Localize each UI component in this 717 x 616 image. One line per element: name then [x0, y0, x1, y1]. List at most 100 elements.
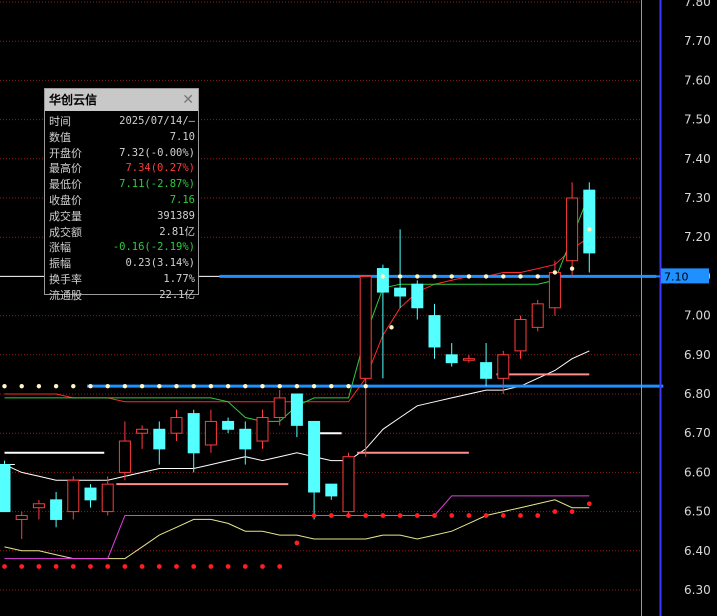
info-value: 1.77% [163, 272, 195, 285]
candle-body[interactable] [84, 487, 97, 501]
red-dot [36, 564, 42, 569]
quote-info-panel[interactable]: 华创云信 ✕ 时间 2025/07/14/— 数值 7.10 开盘价 7.32(-0.00… [44, 88, 199, 302]
info-row: 涨幅 -0.16(-2.19%) [45, 240, 198, 256]
info-rows: 时间 2025/07/14/— 数值 7.10 开盘价 7.32(-0.00%) 最高价 7.… [45, 111, 198, 304]
info-label: 流通股 [49, 288, 82, 302]
red-dot [122, 564, 128, 569]
white-dot [389, 325, 394, 330]
red-dot [260, 564, 265, 569]
info-row: 最高价 7.34(0.27%) [45, 161, 198, 177]
info-row: 收盘价 7.16 [45, 193, 198, 209]
red-dot [483, 513, 489, 518]
info-row: 成交额 2.81亿 [45, 225, 198, 241]
candle-body[interactable] [50, 499, 63, 520]
candle-body[interactable] [170, 417, 183, 434]
candle-body[interactable] [583, 189, 596, 254]
candle-body[interactable] [376, 268, 389, 293]
info-row: 换手率 1.77% [45, 272, 198, 288]
price-tick-label: 6.90 [684, 348, 711, 362]
candle-body[interactable] [531, 303, 544, 328]
red-dot [294, 540, 300, 546]
close-icon[interactable]: ✕ [182, 89, 194, 111]
candle-body[interactable] [136, 428, 149, 434]
white-dot [329, 383, 334, 389]
red-dot [518, 513, 523, 518]
candle-body[interactable] [187, 413, 200, 454]
info-value: 22.1亿 [159, 288, 195, 301]
info-label: 换手率 [49, 272, 82, 286]
red-dot [363, 513, 369, 518]
info-label: 收盘价 [49, 193, 82, 207]
white-dot [191, 383, 196, 389]
red-dot [191, 564, 197, 569]
candle-body[interactable] [15, 515, 28, 520]
info-row: 开盘价 7.32(-0.00%) [45, 146, 198, 162]
candle-body[interactable] [497, 354, 510, 379]
moving-average-line [4, 499, 590, 560]
info-value: 2.81亿 [159, 225, 195, 238]
red-dot [156, 564, 162, 569]
candle-body[interactable] [222, 420, 235, 430]
info-label: 涨幅 [49, 241, 71, 255]
candle-body[interactable] [239, 428, 252, 450]
red-dot [569, 509, 575, 514]
candle-body[interactable] [480, 362, 493, 379]
price-tick-label: 7.30 [684, 191, 711, 205]
candle-body[interactable] [0, 464, 11, 513]
white-dot [277, 383, 282, 389]
candle-body[interactable] [67, 479, 80, 513]
info-label: 振幅 [49, 257, 71, 271]
info-value: 7.16 [169, 193, 195, 206]
candle-body[interactable] [273, 397, 286, 419]
red-dot [328, 513, 334, 518]
white-dot [397, 274, 403, 279]
horizontal-level-lines[interactable] [4, 274, 664, 486]
info-value: 7.34(0.27%) [125, 162, 195, 175]
candle-body[interactable] [445, 354, 458, 364]
info-value: -0.16(-2.19%) [112, 241, 195, 254]
red-dot [552, 509, 558, 514]
candle-body[interactable] [153, 428, 166, 450]
white-dot [88, 383, 93, 389]
price-tick-label: 6.60 [684, 465, 711, 479]
moving-average-line [4, 495, 590, 560]
price-tick-label: 7.40 [684, 152, 711, 166]
white-dot [501, 274, 506, 279]
candle-body[interactable] [342, 456, 355, 513]
candle-body[interactable] [394, 287, 407, 297]
price-tick-label: 7.60 [684, 73, 711, 87]
candle-body[interactable] [308, 420, 321, 493]
candle-body[interactable] [325, 483, 338, 497]
candle-body[interactable] [101, 483, 114, 513]
price-tick-label: 6.50 [684, 505, 711, 519]
candle-body[interactable] [290, 393, 303, 426]
candle-body[interactable] [411, 283, 424, 309]
info-label: 数值 [49, 130, 71, 144]
red-dot [311, 513, 317, 518]
stock-name: 华创云信 [49, 93, 98, 107]
red-dot [19, 564, 25, 569]
info-row: 数值 7.10 [45, 130, 198, 146]
candle-body[interactable] [548, 271, 561, 309]
white-dot [157, 383, 162, 389]
candle-body[interactable] [32, 503, 45, 509]
price-tick-label: 7.50 [684, 113, 711, 127]
candle-body[interactable] [566, 197, 579, 262]
info-value: 2025/07/14/— [119, 115, 195, 127]
red-dot [449, 513, 455, 518]
candle-body[interactable] [204, 420, 217, 446]
red-dot [346, 513, 351, 518]
info-panel-title[interactable]: 华创云信 ✕ [45, 89, 198, 111]
candle-body[interactable] [256, 417, 269, 442]
red-dot [139, 564, 145, 569]
candle-body[interactable] [514, 319, 527, 352]
white-dot [569, 266, 575, 271]
info-row: 流通股 22.1亿 [45, 288, 198, 304]
current-price-flag: 7.10 [661, 268, 709, 284]
info-value: 7.11(-2.87%) [119, 178, 195, 191]
candle-body[interactable] [428, 315, 441, 348]
price-tick-label: 6.80 [684, 387, 711, 401]
candle-body[interactable] [462, 358, 475, 361]
candle-body[interactable] [118, 440, 131, 473]
candle-body[interactable] [359, 275, 372, 379]
